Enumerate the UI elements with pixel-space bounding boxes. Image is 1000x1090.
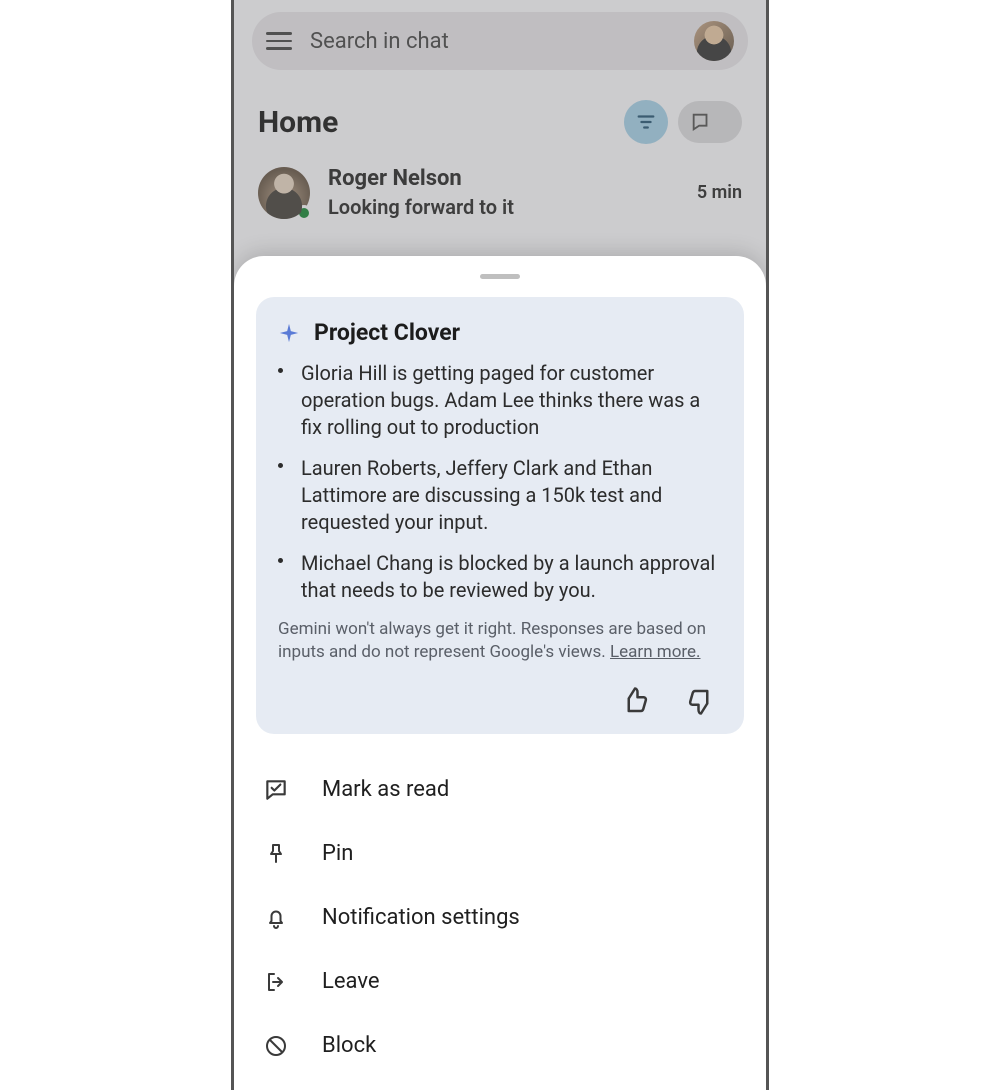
phone-frame: Search in chat Home Roger Nelson Looking… — [231, 0, 769, 1090]
thumbs-up-button[interactable] — [620, 686, 650, 716]
thumbs-down-icon — [686, 686, 716, 716]
sparkle-icon — [278, 322, 300, 344]
menu-label: Pin — [322, 841, 353, 866]
thumbs-down-button[interactable] — [686, 686, 716, 716]
bell-icon — [262, 904, 290, 932]
summary-bullet: Lauren Roberts, Jeffery Clark and Ethan … — [278, 455, 722, 536]
leave-item[interactable]: Leave — [242, 950, 758, 1014]
ai-summary-card: Project Clover Gloria Hill is getting pa… — [256, 297, 744, 734]
summary-title: Project Clover — [314, 319, 460, 346]
summary-bullet: Gloria Hill is getting paged for custome… — [278, 360, 722, 441]
menu-label: Block — [322, 1033, 376, 1058]
block-icon — [262, 1032, 290, 1060]
summary-bullets: Gloria Hill is getting paged for custome… — [278, 360, 722, 604]
drag-handle[interactable] — [480, 274, 520, 279]
leave-icon — [262, 968, 290, 996]
summary-bullet: Michael Chang is blocked by a launch app… — [278, 550, 722, 604]
menu-label: Mark as read — [322, 777, 449, 802]
action-menu: Mark as read Pin Notification settings L… — [234, 752, 766, 1078]
block-item[interactable]: Block — [242, 1014, 758, 1078]
notification-settings-item[interactable]: Notification settings — [242, 886, 758, 950]
pin-icon — [262, 840, 290, 868]
thumbs-up-icon — [620, 686, 650, 716]
feedback-row — [278, 686, 722, 716]
bottom-sheet: Project Clover Gloria Hill is getting pa… — [234, 256, 766, 1090]
summary-disclaimer: Gemini won't always get it right. Respon… — [278, 618, 722, 664]
mark-as-read-item[interactable]: Mark as read — [242, 758, 758, 822]
pin-item[interactable]: Pin — [242, 822, 758, 886]
menu-label: Notification settings — [322, 905, 520, 930]
summary-header: Project Clover — [278, 319, 722, 346]
mark-read-icon — [262, 776, 290, 804]
menu-label: Leave — [322, 969, 380, 994]
learn-more-link[interactable]: Learn more. — [610, 642, 701, 662]
